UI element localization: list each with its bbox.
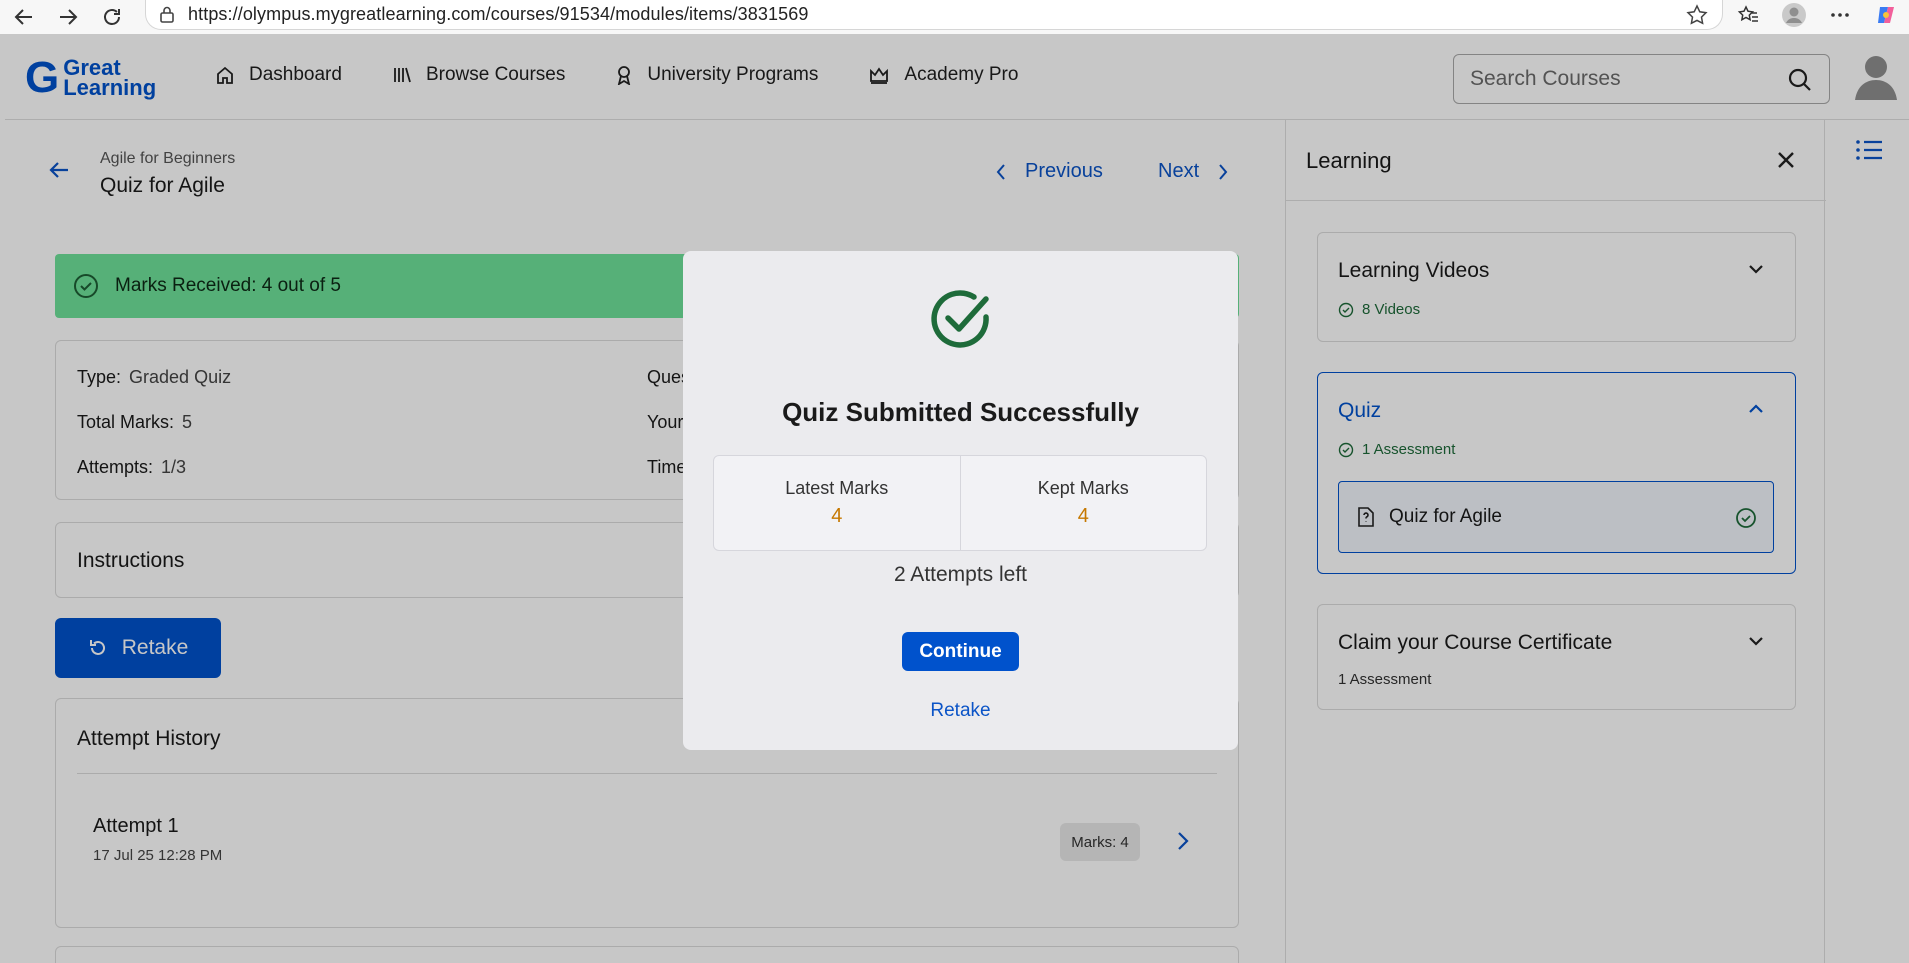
- attempts-left-text: 2 Attempts left: [893, 563, 1028, 586]
- modal-title: Quiz Submitted Successfully: [782, 397, 1139, 427]
- more-menu-button[interactable]: [1817, 0, 1863, 30]
- favorites-icon: [1737, 5, 1758, 22]
- continue-button[interactable]: Continue: [902, 632, 1019, 671]
- marks-summary: Latest Marks 4 Kept Marks 4: [713, 455, 1207, 551]
- profile-icon: [1782, 3, 1806, 27]
- address-bar[interactable]: https://olympus.mygreatlearning.com/cour…: [145, 0, 1723, 30]
- arrow-left-icon: [14, 9, 32, 25]
- quiz-submitted-modal: Quiz Submitted Successfully Latest Marks…: [683, 251, 1238, 750]
- browser-back-button[interactable]: [4, 2, 44, 32]
- modal-retake-link[interactable]: Retake: [683, 700, 1238, 722]
- profile-button[interactable]: [1771, 0, 1817, 30]
- browser-forward-button[interactable]: [48, 2, 88, 32]
- kept-marks-label: Kept Marks: [1037, 478, 1129, 498]
- arrow-right-icon: [60, 9, 78, 25]
- url-text: https://olympus.mygreatlearning.com/cour…: [188, 4, 809, 24]
- kept-marks-cell: Kept Marks 4: [959, 456, 1207, 550]
- browser-reload-button[interactable]: [92, 2, 132, 32]
- favorites-button[interactable]: [1725, 0, 1771, 30]
- lock-icon: [160, 6, 174, 23]
- browser-toolbar: https://olympus.mygreatlearning.com/cour…: [0, 0, 1909, 34]
- reload-icon: [104, 9, 120, 25]
- copilot-button[interactable]: [1863, 0, 1909, 30]
- success-check-icon: [931, 290, 989, 348]
- latest-marks-value: 4: [831, 505, 843, 527]
- latest-marks-label: Latest Marks: [785, 478, 889, 498]
- ellipsis-icon: [1831, 13, 1849, 17]
- star-icon[interactable]: [1686, 4, 1708, 26]
- latest-marks-cell: Latest Marks 4: [714, 456, 960, 550]
- kept-marks-value: 4: [1077, 505, 1089, 527]
- copilot-icon: [1878, 7, 1894, 23]
